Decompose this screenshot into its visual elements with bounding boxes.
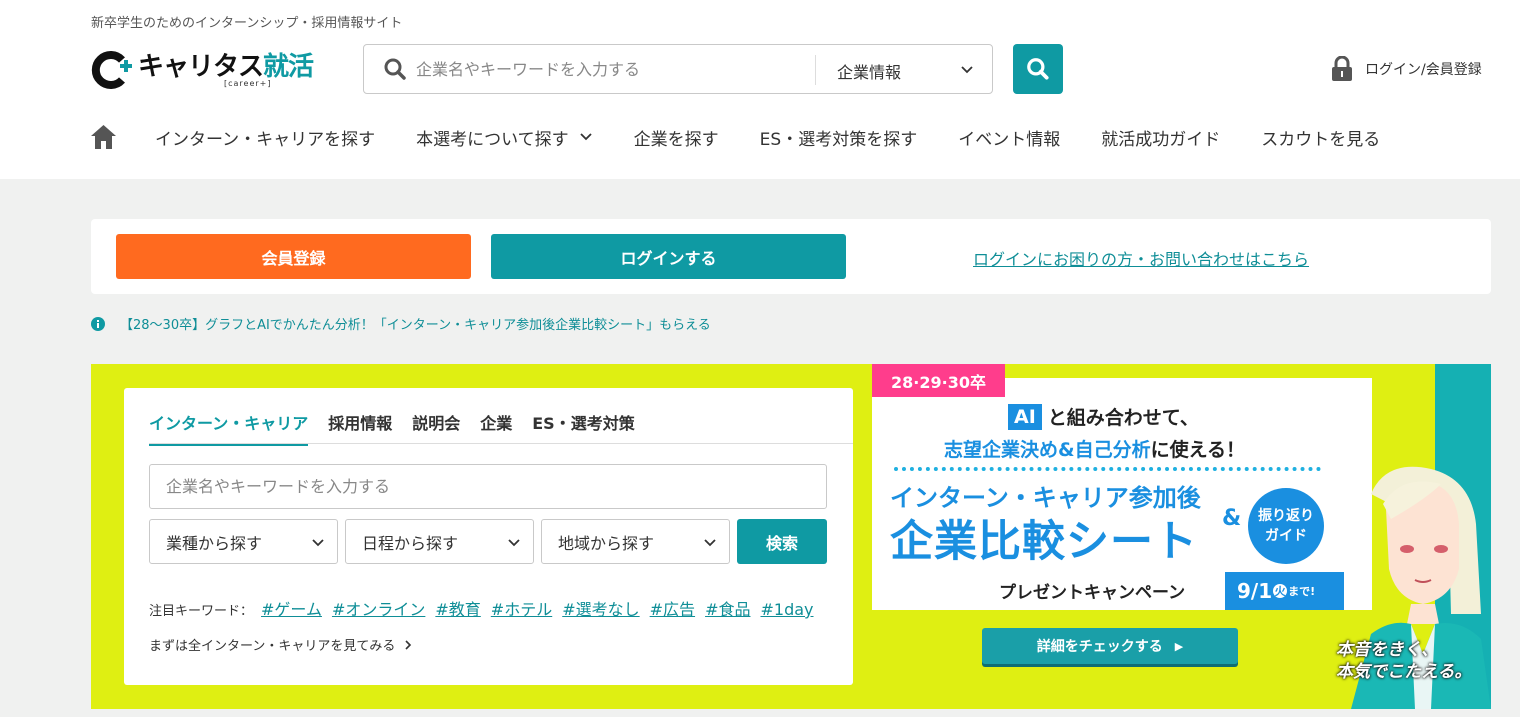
search-icon (384, 58, 406, 80)
promo-area: インターン・キャリア 採用情報 説明会 企業 ES・選考対策 業種から探す 日程… (91, 364, 1491, 709)
keyword-tag[interactable]: #1day (760, 600, 813, 619)
slogan-line-2: 本気でこたえる。 (1336, 662, 1472, 682)
login-help-link[interactable]: ログインにお困りの方・お問い合わせはこちら (973, 246, 1309, 270)
login-register-label: ログイン/会員登録 (1365, 62, 1482, 78)
tab-recruitment[interactable]: 採用情報 (328, 410, 392, 446)
register-button[interactable]: 会員登録 (116, 234, 471, 279)
nav-item-label: 本選考について探す (416, 129, 569, 150)
home-icon[interactable] (90, 124, 117, 150)
chevron-right-icon (405, 639, 412, 650)
chevron-down-icon (704, 539, 716, 547)
site-logo[interactable]: キャリタス就活 [career+] (90, 50, 314, 90)
main-nav: インターン・キャリアを探す 本選考について探す 企業を探す ES・選考対策を探す… (90, 122, 1421, 152)
info-icon (91, 316, 105, 331)
see-all-link[interactable]: まずは全インターン・キャリアを見てみる (149, 635, 413, 654)
nav-item-internship[interactable]: インターン・キャリアを探す (155, 125, 375, 150)
nav-item-main-selection[interactable]: 本選考について探す (416, 125, 593, 150)
banner-line-2-dark: に使える！ (1150, 439, 1246, 461)
nav-item-guide[interactable]: 就活成功ガイド (1101, 125, 1220, 150)
tab-es-prep[interactable]: ES・選考対策 (532, 410, 634, 446)
trending-keywords-label: 注目キーワード： (149, 604, 254, 619)
tabs-divider (149, 443, 853, 444)
header-search-input[interactable] (416, 59, 796, 79)
login-button[interactable]: ログインする (491, 234, 846, 279)
banner-line-2: 志望企業決め&自己分析に使える！ (944, 435, 1245, 462)
campaign-label: プレゼントキャンペーン (999, 583, 1186, 603)
trending-keywords: 注目キーワード： #ゲーム #オンライン #教育 #ホテル #選考なし #広告 … (149, 596, 827, 620)
keyword-tag[interactable]: #食品 (705, 596, 750, 620)
chevron-down-icon (312, 539, 324, 547)
logo-text-main: キャリタス (138, 52, 264, 82)
keyword-tag[interactable]: #ホテル (491, 596, 552, 620)
nav-item-scout[interactable]: スカウトを見る (1261, 125, 1380, 150)
chevron-down-icon (580, 133, 592, 141)
lock-icon (1332, 56, 1352, 81)
check-details-label: 詳細をチェックする (1036, 639, 1163, 655)
search-divider (815, 55, 816, 85)
deadline-until: まで! (1288, 585, 1316, 598)
region-select[interactable]: 地域から探す (541, 519, 730, 564)
chevron-down-icon (961, 66, 973, 74)
keyword-tag[interactable]: #ゲーム (261, 596, 322, 620)
industry-select-label: 業種から探す (166, 533, 263, 553)
review-guide-top: 振り返り (1258, 508, 1314, 524)
chevron-down-icon (508, 539, 520, 547)
header-search-box: 企業情報 (363, 44, 993, 94)
keyword-tag[interactable]: #教育 (435, 596, 480, 620)
logo-subtext: [career+] (224, 79, 272, 88)
deadline-badge: 9/1 火 まで! (1225, 572, 1344, 610)
notice-text: 【28〜30卒】グラフとAIでかんたん分析！「インターン・キャリア参加後企業比較… (120, 318, 711, 333)
deadline-weekday: 火 (1273, 584, 1288, 598)
tab-internship[interactable]: インターン・キャリア (149, 410, 309, 446)
schedule-select[interactable]: 日程から探す (345, 519, 534, 564)
auth-card: 会員登録 ログインする ログインにお困りの方・お問い合わせはこちら (91, 219, 1491, 294)
see-all-label: まずは全インターン・キャリアを見てみる (149, 639, 396, 654)
play-arrow-icon: ▶ (1174, 639, 1184, 653)
header-search-button[interactable] (1013, 44, 1063, 94)
logo-mark-icon (91, 51, 132, 89)
nav-item-events[interactable]: イベント情報 (958, 125, 1060, 150)
banner-line-1-text: と組み合わせて、 (1047, 407, 1199, 429)
industry-select[interactable]: 業種から探す (149, 519, 338, 564)
banner-line-1: AI と組み合わせて、 (1008, 403, 1199, 430)
nav-item-companies[interactable]: 企業を探す (634, 125, 719, 150)
banner-ampersand: & (1222, 506, 1242, 531)
banner-headline: 企業比較シート (890, 517, 1198, 567)
logo-text-accent: 就活 (263, 52, 314, 82)
tab-briefing[interactable]: 説明会 (412, 410, 460, 446)
search-icon (1027, 58, 1049, 80)
keyword-tag[interactable]: #広告 (650, 596, 695, 620)
keyword-input[interactable] (149, 464, 827, 509)
review-guide-badge: 振り返り ガイド (1248, 488, 1324, 564)
login-register-link[interactable]: ログイン/会員登録 (1331, 56, 1482, 82)
banner-dotted-divider (894, 467, 1321, 471)
slogan-line-1: 本音をきく、 (1336, 640, 1438, 660)
nav-item-es-prep[interactable]: ES・選考対策を探す (760, 125, 918, 150)
panel-search-button[interactable]: 検索 (737, 519, 827, 564)
notice-banner[interactable]: 【28〜30卒】グラフとAIでかんたん分析！「インターン・キャリア参加後企業比較… (91, 314, 711, 333)
schedule-select-label: 日程から探す (362, 533, 459, 553)
region-select-label: 地域から探す (558, 533, 655, 553)
search-tabs: インターン・キャリア 採用情報 説明会 企業 ES・選考対策 (149, 410, 655, 446)
search-panel: インターン・キャリア 採用情報 説明会 企業 ES・選考対策 業種から探す 日程… (124, 388, 853, 685)
tab-company[interactable]: 企業 (480, 410, 512, 446)
keyword-tag[interactable]: #選考なし (562, 596, 639, 620)
graduation-year-badge: 28·29·30卒 (872, 364, 1005, 397)
slogan: 本音をきく、 本気でこたえる。 (1336, 639, 1486, 683)
site-tagline: 新卒学生のためのインターンシップ・採用情報サイト (91, 16, 403, 31)
deadline-date: 9/1 (1237, 579, 1273, 603)
check-details-button[interactable]: 詳細をチェックする ▶ (982, 628, 1238, 664)
ai-badge: AI (1008, 403, 1042, 430)
banner-line-2-blue: 志望企業決め&自己分析 (944, 439, 1151, 461)
review-guide-bottom: ガイド (1265, 528, 1307, 544)
search-category-select[interactable]: 企業情報 (837, 59, 901, 83)
keyword-tag[interactable]: #オンライン (332, 596, 425, 620)
